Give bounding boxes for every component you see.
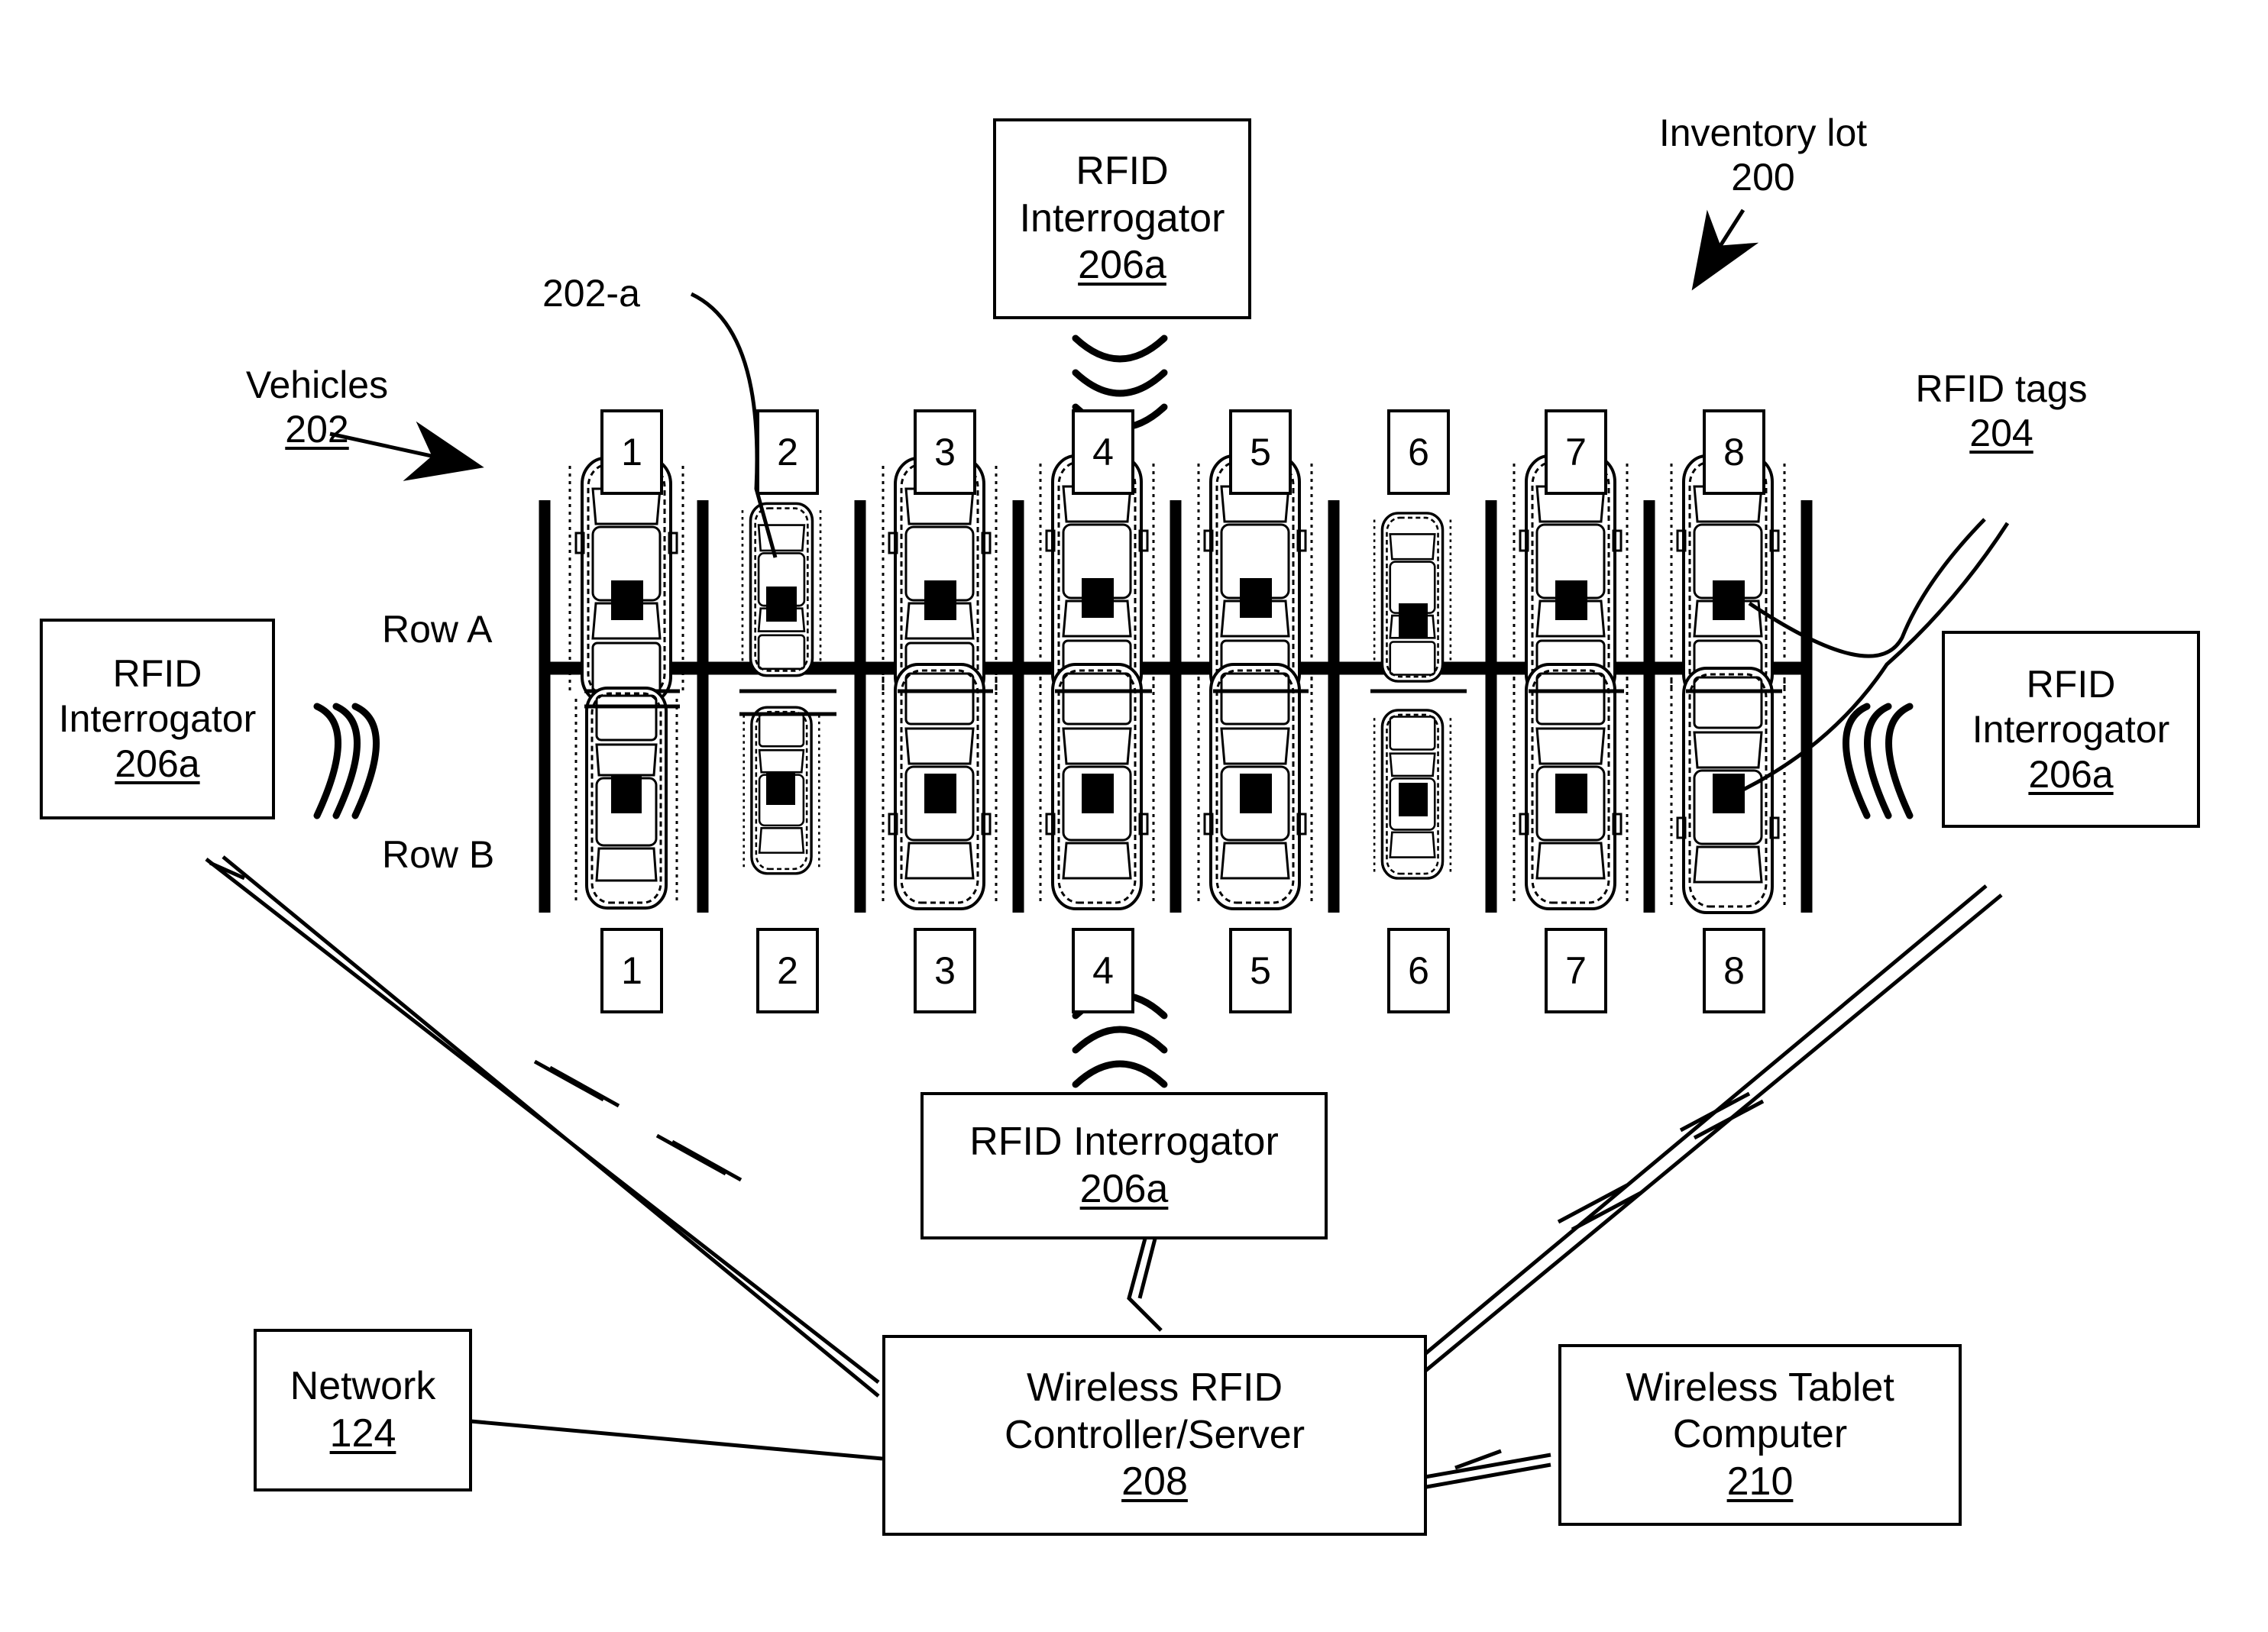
rfid-interrogator-top-ref: 206a <box>1078 243 1166 288</box>
stall-number-top-8: 8 <box>1703 409 1765 495</box>
rfid-interrogator-top-box[interactable]: RFID Interrogator 206a <box>993 118 1251 319</box>
rfid-interrogator-right-line2: Interrogator <box>1972 707 2170 751</box>
stall-number-top-5-text: 5 <box>1250 431 1271 473</box>
rfid-interrogator-top-line2: Interrogator <box>1019 196 1225 241</box>
rfid-interrogator-left-ref: 206a <box>115 742 200 785</box>
stall-number-bottom-5-text: 5 <box>1250 949 1271 992</box>
stall-number-bottom-3: 3 <box>914 928 976 1013</box>
stall-number-top-4: 4 <box>1072 409 1134 495</box>
link-network-server <box>461 1418 883 1461</box>
figure-canvas: Inventory lot 200 Vehicles 202 202-a RFI… <box>0 0 2268 1632</box>
rfid-interrogator-left-line1: RFID <box>112 652 202 695</box>
stall-number-top-2-text: 2 <box>777 431 798 473</box>
rfid-tags-label: RFID tags 204 <box>1887 367 2116 455</box>
link-tablet-server <box>1420 1449 1551 1490</box>
stall-number-top-2: 2 <box>756 409 819 495</box>
rfid-interrogator-left-box[interactable]: RFID Interrogator 206a <box>40 619 275 819</box>
tablet-ref: 210 <box>1726 1459 1794 1504</box>
stall-number-bottom-2-text: 2 <box>777 949 798 992</box>
row-a-label: Row A <box>382 608 493 651</box>
stall-number-bottom-4: 4 <box>1072 928 1134 1013</box>
rf-waves-left <box>313 703 380 819</box>
stall-number-top-4-text: 4 <box>1092 431 1114 473</box>
server-line2: Controller/Server <box>1004 1412 1305 1457</box>
stall-number-top-1: 1 <box>600 409 663 495</box>
network-box[interactable]: Network 124 <box>254 1329 472 1491</box>
tablet-line1: Wireless Tablet <box>1626 1365 1894 1410</box>
stall-number-top-7: 7 <box>1545 409 1607 495</box>
vehicles-label: Vehicles 202 <box>229 363 405 451</box>
inventory-lot-title: Inventory lot <box>1658 111 1868 154</box>
stall-number-bottom-7-text: 7 <box>1565 949 1587 992</box>
rfid-interrogator-right-box[interactable]: RFID Interrogator 206a <box>1942 631 2200 828</box>
server-ref: 208 <box>1121 1459 1188 1504</box>
row-b-label: Row B <box>382 833 495 876</box>
stall-number-bottom-6-text: 6 <box>1408 949 1429 992</box>
rfid-interrogator-right-ref: 206a <box>2028 752 2114 796</box>
inventory-lot-label: Inventory lot 200 <box>1626 111 1901 199</box>
vehicles-ref: 202 <box>285 408 349 451</box>
vehicle-callout-label: 202-a <box>542 272 640 315</box>
link-bottom-interrogator-server <box>1127 1235 1163 1332</box>
stall-number-top-6: 6 <box>1387 409 1450 495</box>
rfid-interrogator-right-line1: RFID <box>2026 662 2116 706</box>
tablet-box[interactable]: Wireless Tablet Computer 210 <box>1558 1344 1962 1526</box>
stall-number-top-3-text: 3 <box>934 431 956 473</box>
rfid-interrogator-left-line2: Interrogator <box>58 697 257 740</box>
stall-number-bottom-6: 6 <box>1387 928 1450 1013</box>
network-ref: 124 <box>329 1411 396 1456</box>
rf-waves-right <box>1843 703 1914 819</box>
stall-number-top-8-text: 8 <box>1723 431 1745 473</box>
rfid-interrogator-top-line1: RFID <box>1076 149 1169 194</box>
stall-number-top-3: 3 <box>914 409 976 495</box>
rfid-interrogator-bottom-box[interactable]: RFID Interrogator 206a <box>920 1092 1328 1239</box>
stall-number-top-1-text: 1 <box>621 431 642 473</box>
rfid-interrogator-bottom-line1: RFID Interrogator <box>969 1120 1279 1165</box>
stall-number-top-6-text: 6 <box>1408 431 1429 473</box>
stall-number-bottom-1: 1 <box>600 928 663 1013</box>
stall-number-top-7-text: 7 <box>1565 431 1587 473</box>
stall-number-bottom-2: 2 <box>756 928 819 1013</box>
stall-number-bottom-8: 8 <box>1703 928 1765 1013</box>
inventory-lot-ref: 200 <box>1731 156 1795 199</box>
stall-number-bottom-7: 7 <box>1545 928 1607 1013</box>
stall-number-bottom-5: 5 <box>1229 928 1292 1013</box>
stall-number-bottom-4-text: 4 <box>1092 949 1114 992</box>
tablet-line2: Computer <box>1672 1412 1848 1457</box>
network-line1: Network <box>290 1364 436 1409</box>
rfid-tags-ref: 204 <box>1969 412 2033 454</box>
rfid-interrogator-bottom-ref: 206a <box>1079 1166 1169 1211</box>
stall-number-top-5: 5 <box>1229 409 1292 495</box>
inventory-lot-leader <box>1691 208 1759 291</box>
stall-number-bottom-3-text: 3 <box>934 949 956 992</box>
rfid-tags-title: RFID tags <box>1915 367 2088 410</box>
stall-number-bottom-1-text: 1 <box>621 949 642 992</box>
server-box[interactable]: Wireless RFID Controller/Server 208 <box>882 1335 1427 1536</box>
stall-number-bottom-8-text: 8 <box>1723 949 1745 992</box>
vehicles-title: Vehicles <box>245 364 389 406</box>
server-line1: Wireless RFID <box>1026 1365 1283 1411</box>
